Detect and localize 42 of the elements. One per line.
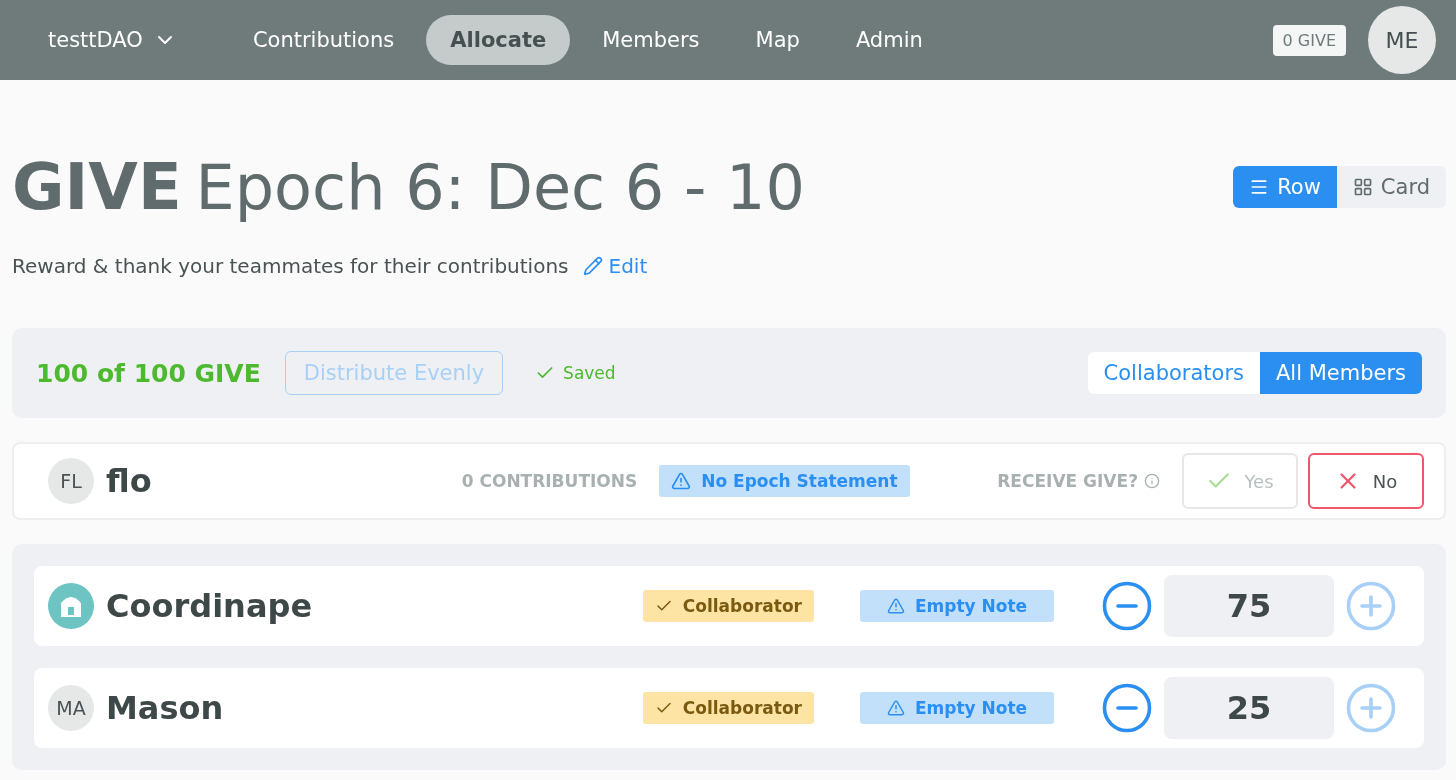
allocation-total: 100 of 100 GIVE [36, 358, 261, 388]
view-toggle-button[interactable]: Card [1336, 166, 1446, 208]
choice-button[interactable]: No [1308, 453, 1424, 509]
avatar: MA [48, 685, 94, 731]
organization-dropdown[interactable]: testtDAO [48, 28, 177, 52]
user-avatar[interactable]: ME [1368, 6, 1436, 74]
amount-field[interactable]: 75 [1164, 575, 1334, 637]
filter-tab[interactable]: Collaborators [1087, 352, 1260, 394]
warning-icon [886, 597, 905, 615]
avatar: FL [48, 458, 94, 504]
status-badge: No Epoch Statement [659, 465, 910, 497]
amount-field[interactable]: 25 [1164, 677, 1334, 739]
view-toggle-button[interactable]: Row [1233, 166, 1337, 208]
nav-tab[interactable]: Contributions [228, 15, 419, 65]
saved-status: Saved [535, 363, 616, 383]
note-badge: Empty Note [860, 590, 1054, 622]
epoch-title: Epoch 6: Dec 6 - 10 [195, 150, 805, 224]
nav-tab[interactable]: Allocate [426, 15, 571, 65]
member-name: flo [106, 462, 152, 500]
collaborator-badge: Collaborator [642, 692, 814, 724]
nav-tab[interactable]: Admin [831, 15, 947, 65]
decrease-button[interactable] [1100, 579, 1154, 633]
contributions-count: 0 CONTRIBUTIONS [461, 471, 638, 491]
balance-badge: 0 GIVE [1272, 24, 1346, 56]
token-title: GIVE [12, 150, 182, 224]
decrease-button[interactable] [1100, 681, 1154, 735]
member-name: Coordinape [106, 587, 313, 625]
receive-label: RECEIVE GIVE? [997, 471, 1138, 491]
nav-tab[interactable]: Map [731, 15, 824, 65]
note-badge: Empty Note [860, 692, 1054, 724]
warning-icon [886, 699, 905, 717]
subtitle: Reward & thank your teammates for their contributions [12, 254, 569, 278]
pencil-icon [582, 256, 603, 276]
filter-tab[interactable]: All Members [1259, 352, 1422, 394]
member-name: Mason [106, 689, 224, 727]
warning-icon [671, 471, 692, 491]
grid-icon [1352, 177, 1373, 197]
nav-tab[interactable]: Members [578, 15, 724, 65]
logo-avatar [48, 583, 94, 629]
info-icon [1144, 473, 1160, 489]
edit-link[interactable]: Edit [582, 254, 648, 278]
collaborator-badge: Collaborator [642, 590, 814, 622]
